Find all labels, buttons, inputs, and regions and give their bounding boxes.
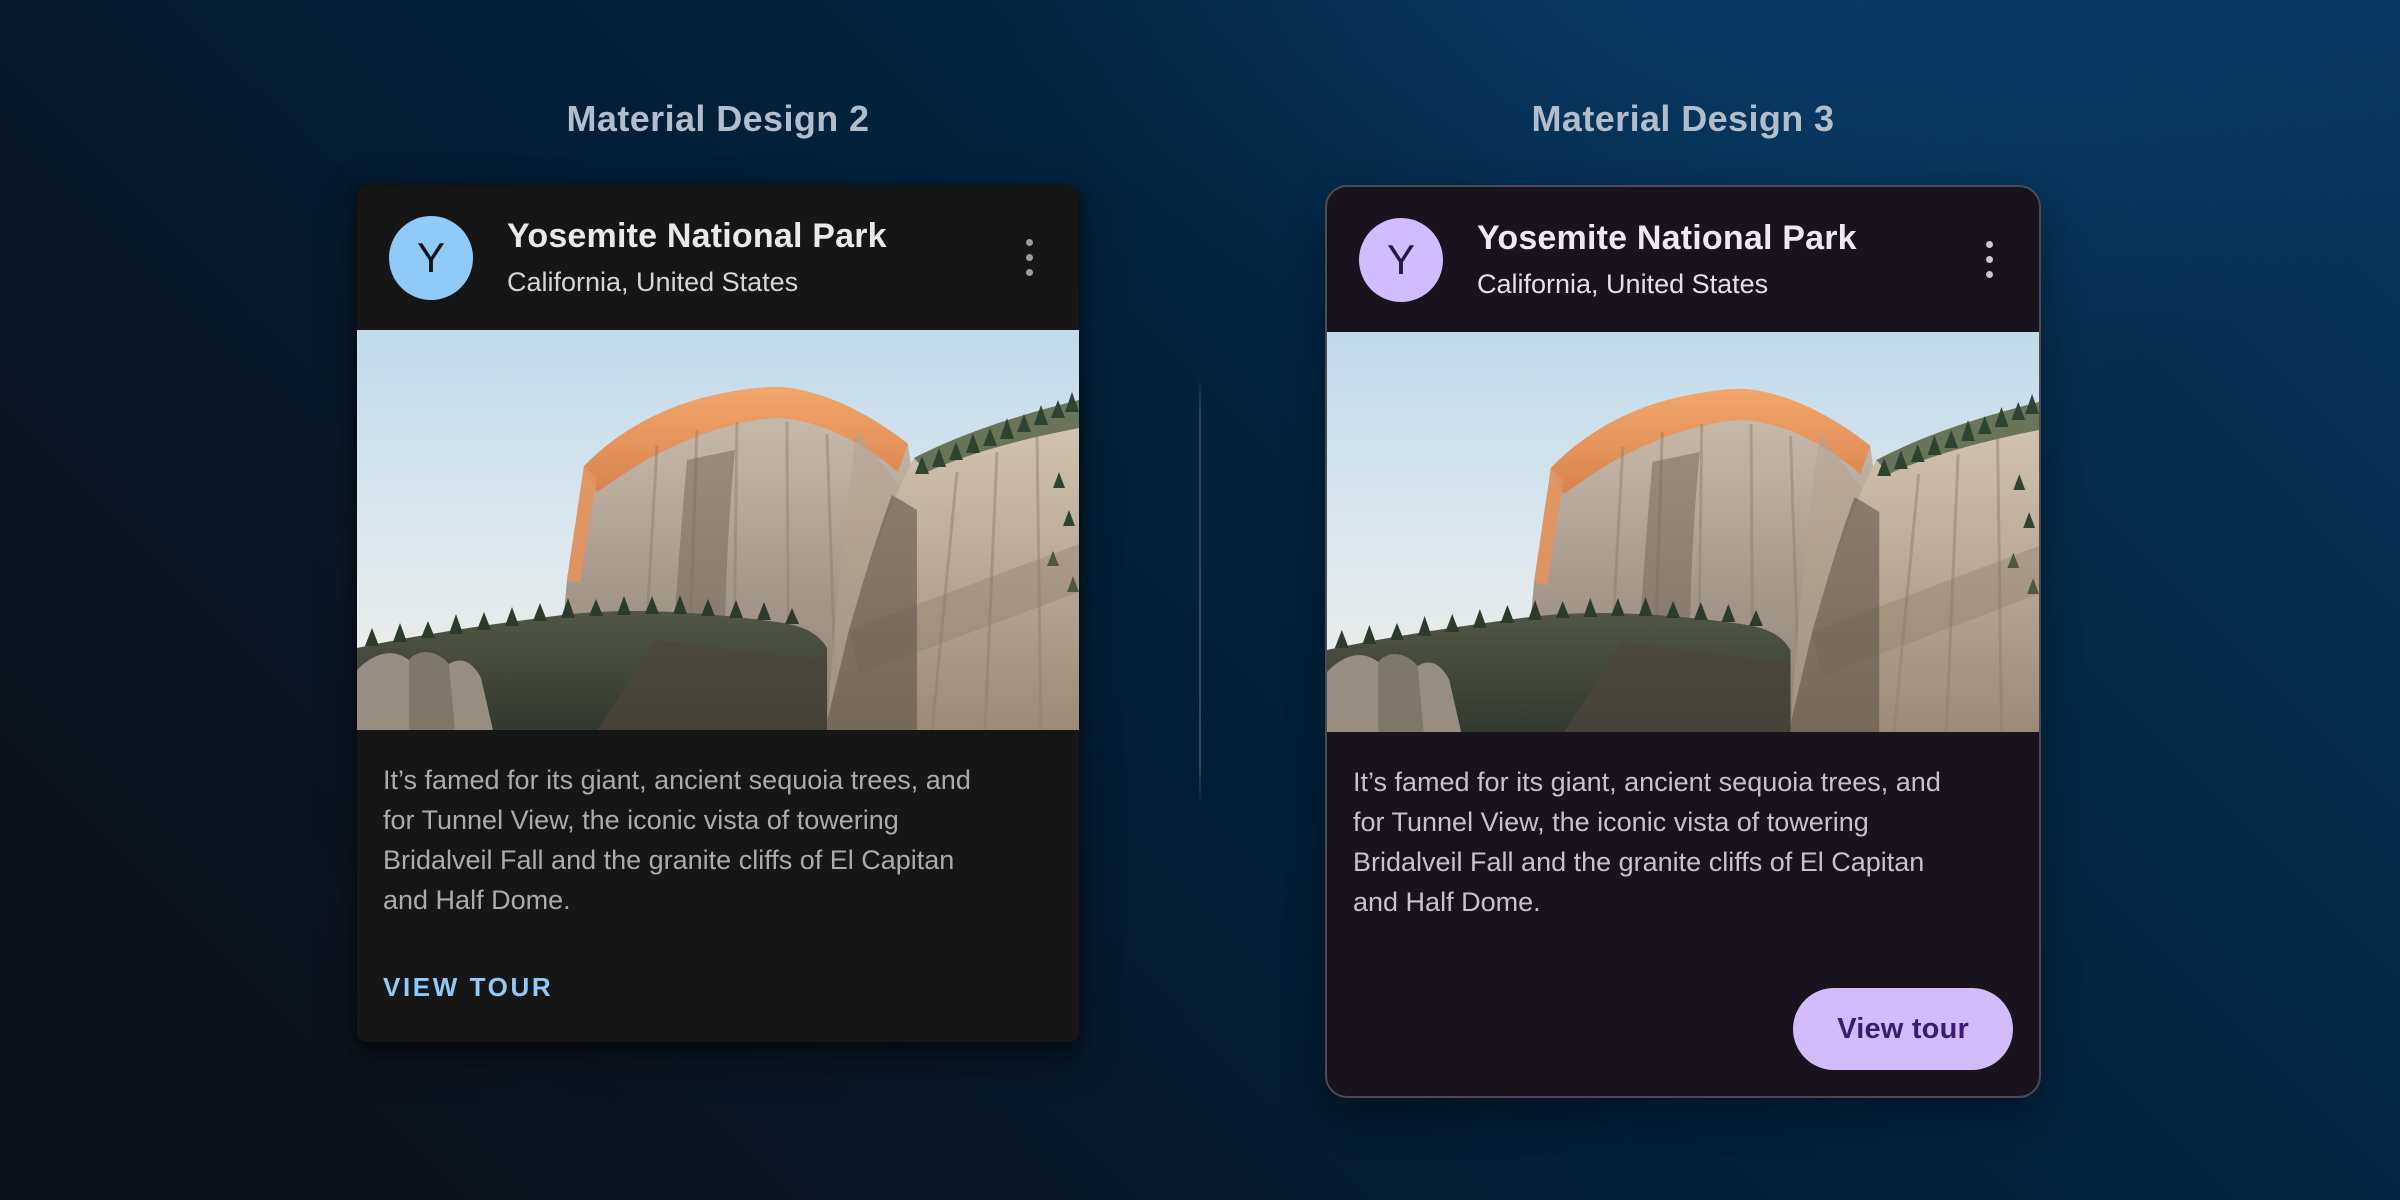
view-tour-button[interactable]: View tour bbox=[1793, 988, 2013, 1070]
md3-header-text: Yosemite National Park California, Unite… bbox=[1477, 219, 1961, 300]
body-line: and Half Dome. bbox=[383, 880, 1049, 920]
md2-header-text: Yosemite National Park California, Unite… bbox=[507, 217, 1001, 298]
md3-card: Y Yosemite National Park California, Uni… bbox=[1325, 185, 2041, 1098]
md2-card-actions: VIEW TOUR bbox=[357, 920, 1079, 1003]
kebab-menu-icon bbox=[1986, 271, 1993, 278]
md3-card-header: Y Yosemite National Park California, Uni… bbox=[1327, 187, 2039, 332]
kebab-menu-icon bbox=[1026, 269, 1033, 276]
body-line: It’s famed for its giant, ancient sequoi… bbox=[1353, 762, 2009, 802]
half-dome-photo bbox=[1327, 332, 2039, 732]
overflow-menu-button[interactable] bbox=[1001, 230, 1057, 286]
kebab-menu-icon bbox=[1026, 239, 1033, 246]
md2-card-header: Y Yosemite National Park California, Uni… bbox=[357, 185, 1079, 330]
card-subtitle: California, United States bbox=[507, 267, 1001, 298]
card-title: Yosemite National Park bbox=[1477, 219, 1961, 258]
body-line: Bridalveil Fall and the granite cliffs o… bbox=[1353, 842, 2009, 882]
card-title: Yosemite National Park bbox=[507, 217, 1001, 256]
md2-card: Y Yosemite National Park California, Uni… bbox=[357, 185, 1079, 1042]
avatar: Y bbox=[1359, 218, 1443, 302]
kebab-menu-icon bbox=[1986, 241, 1993, 248]
kebab-menu-icon bbox=[1986, 256, 1993, 263]
avatar-letter: Y bbox=[1387, 236, 1415, 284]
view-tour-button[interactable]: VIEW TOUR bbox=[383, 972, 553, 1003]
vertical-divider bbox=[1199, 377, 1201, 807]
body-line: and Half Dome. bbox=[1353, 882, 2009, 922]
overflow-menu-button[interactable] bbox=[1961, 232, 2017, 288]
card-subtitle: California, United States bbox=[1477, 269, 1961, 300]
body-line: Bridalveil Fall and the granite cliffs o… bbox=[383, 840, 1049, 880]
avatar: Y bbox=[389, 216, 473, 300]
half-dome-photo bbox=[357, 330, 1079, 730]
body-line: for Tunnel View, the iconic vista of tow… bbox=[1353, 802, 2009, 842]
canvas: Material Design 2 Material Design 3 Y Yo… bbox=[0, 0, 2400, 1200]
body-line: for Tunnel View, the iconic vista of tow… bbox=[383, 800, 1049, 840]
kebab-menu-icon bbox=[1026, 254, 1033, 261]
card-body-text: It’s famed for its giant, ancient sequoi… bbox=[357, 730, 1079, 920]
card-body-text: It’s famed for its giant, ancient sequoi… bbox=[1327, 732, 2039, 922]
body-line: It’s famed for its giant, ancient sequoi… bbox=[383, 760, 1049, 800]
section-label-md3: Material Design 3 bbox=[1325, 98, 2041, 140]
section-label-md2: Material Design 2 bbox=[357, 98, 1079, 140]
avatar-letter: Y bbox=[417, 234, 445, 282]
